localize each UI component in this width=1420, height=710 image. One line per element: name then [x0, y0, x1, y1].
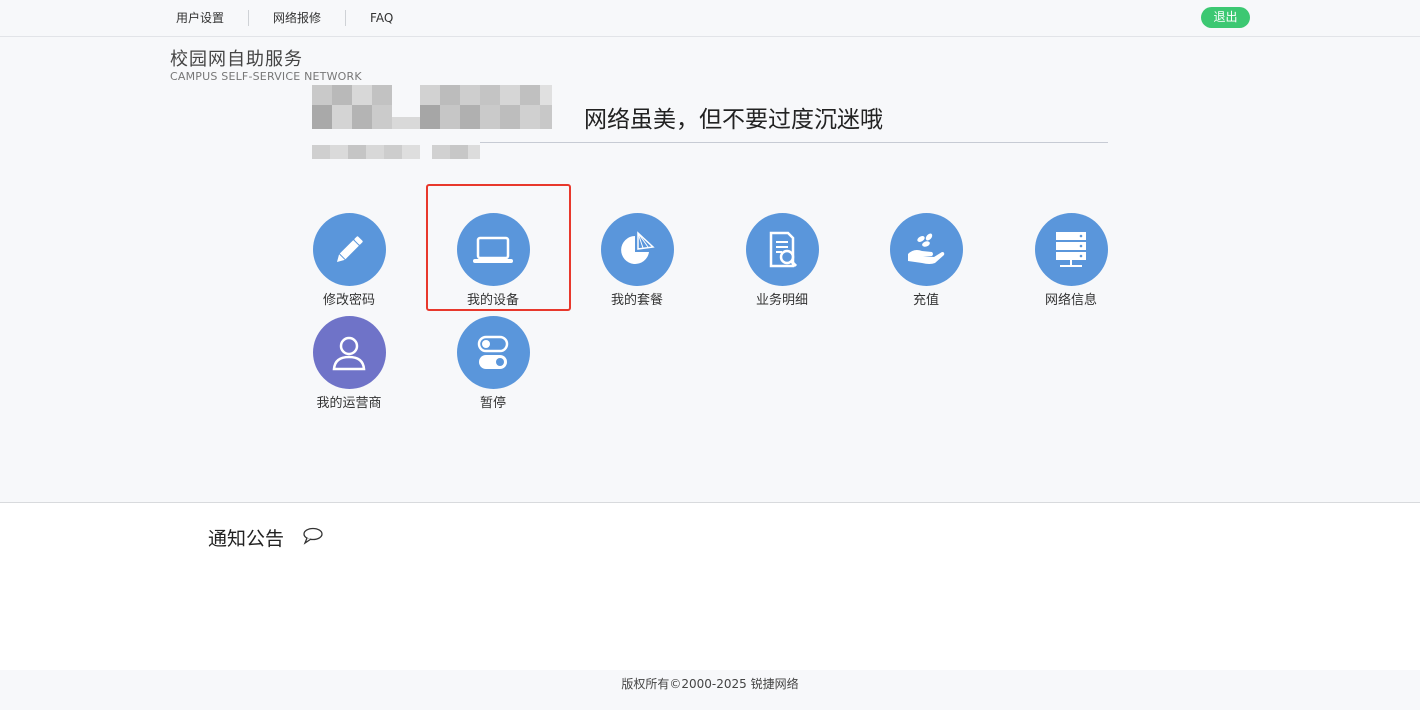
- my-plan-button[interactable]: [600, 213, 674, 286]
- blurred-user-info: [312, 85, 552, 165]
- recharge-button[interactable]: [889, 213, 963, 286]
- tile-change-password[interactable]: 修改密码: [289, 213, 409, 308]
- change-password-button[interactable]: [312, 213, 386, 286]
- notice-title: 通知公告: [208, 528, 285, 550]
- network-info-button[interactable]: [1034, 213, 1108, 286]
- footer: 版权所有©2000-2025 锐捷网络: [0, 670, 1420, 710]
- hand-coins-icon: [908, 233, 945, 264]
- copyright-text: 版权所有©2000-2025 锐捷网络: [621, 677, 799, 691]
- tile-recharge[interactable]: 充值: [866, 213, 986, 308]
- tile-my-carrier[interactable]: 我的运营商: [289, 316, 409, 411]
- slogan-heading: 网络虽美，但不要过度沉迷哦: [584, 107, 883, 133]
- nav-faq[interactable]: FAQ: [346, 10, 417, 26]
- top-nav: 用户设置 网络报修 FAQ: [152, 0, 417, 36]
- pie-chart-icon: [621, 230, 655, 264]
- document-search-icon: [769, 231, 798, 267]
- tile-label: 我的设备: [466, 293, 519, 308]
- pause-button[interactable]: [456, 316, 530, 389]
- tile-network-info[interactable]: 网络信息: [1011, 213, 1131, 308]
- tile-label: 修改密码: [322, 293, 375, 308]
- nav-user-settings[interactable]: 用户设置: [152, 10, 248, 26]
- tile-label: 我的运营商: [316, 396, 382, 411]
- tile-business-details[interactable]: 业务明细: [722, 213, 842, 308]
- toggle-icon: [477, 335, 509, 369]
- tile-my-plan[interactable]: 我的套餐: [577, 213, 697, 308]
- nav-network-repair[interactable]: 网络报修: [249, 10, 345, 26]
- main-panel: 校园网自助服务 CAMPUS SELF-SERVICE NETWORK 网络虽美…: [0, 37, 1420, 503]
- tile-label: 充值: [912, 293, 939, 308]
- my-carrier-button[interactable]: [312, 316, 386, 389]
- server-icon: [1056, 231, 1086, 267]
- user-icon: [332, 336, 366, 370]
- pencil-icon: [336, 235, 363, 262]
- tile-label: 我的套餐: [610, 293, 663, 308]
- slogan-divider: [480, 142, 1108, 143]
- brand-subtitle: CAMPUS SELF-SERVICE NETWORK: [170, 70, 362, 83]
- tile-label: 业务明细: [755, 293, 808, 308]
- tile-pause[interactable]: 暂停: [433, 316, 553, 411]
- tile-label: 网络信息: [1044, 293, 1097, 308]
- my-devices-button[interactable]: [456, 213, 530, 286]
- business-details-button[interactable]: [745, 213, 819, 286]
- top-nav-bar: 用户设置 网络报修 FAQ 退出: [0, 0, 1420, 37]
- tile-label: 暂停: [479, 396, 506, 411]
- speech-bubble-icon: [303, 527, 323, 545]
- logout-button[interactable]: 退出: [1201, 7, 1250, 28]
- brand-title: 校园网自助服务: [170, 49, 303, 70]
- laptop-icon: [473, 236, 513, 263]
- tile-my-devices[interactable]: 我的设备: [433, 213, 553, 308]
